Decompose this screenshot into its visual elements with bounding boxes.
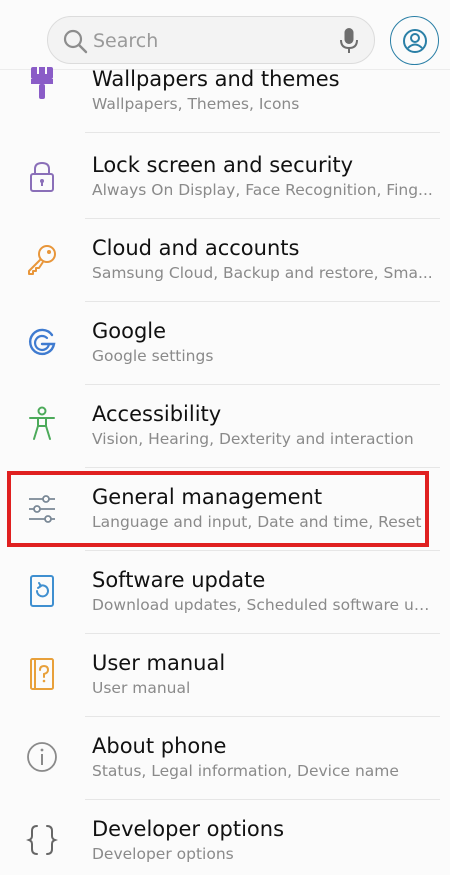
item-divider bbox=[85, 799, 440, 800]
item-divider bbox=[85, 218, 440, 219]
item-subtitle: Always On Display, Face Recognition, Fin… bbox=[92, 181, 433, 199]
item-subtitle: Developer options bbox=[92, 845, 234, 863]
profile-button[interactable] bbox=[390, 16, 439, 65]
settings-item-general-management[interactable]: General management Language and input, D… bbox=[0, 485, 450, 568]
settings-item-google[interactable]: Google Google settings bbox=[0, 319, 450, 402]
account-icon bbox=[402, 28, 427, 53]
sliders-icon bbox=[24, 491, 60, 527]
item-title: Google bbox=[92, 319, 167, 343]
info-icon bbox=[24, 739, 60, 775]
key-icon bbox=[24, 241, 60, 277]
settings-item-wallpapers-and-themes[interactable]: Wallpapers and themes Wallpapers, Themes… bbox=[0, 67, 450, 150]
item-title: Cloud and accounts bbox=[92, 236, 300, 260]
microphone-icon[interactable] bbox=[338, 27, 360, 55]
item-divider bbox=[85, 132, 440, 133]
google-icon bbox=[24, 324, 60, 360]
item-subtitle: Google settings bbox=[92, 347, 214, 365]
search-bar[interactable] bbox=[47, 16, 375, 64]
item-subtitle: Vision, Hearing, Dexterity and interacti… bbox=[92, 430, 414, 448]
item-title: Software update bbox=[92, 568, 266, 592]
item-divider bbox=[85, 550, 440, 551]
item-title: Accessibility bbox=[92, 402, 222, 426]
item-divider bbox=[85, 384, 440, 385]
settings-item-lock-screen-and-security[interactable]: Lock screen and security Always On Displ… bbox=[0, 153, 450, 236]
item-subtitle: Status, Legal information, Device name bbox=[92, 762, 399, 780]
lock-icon bbox=[24, 159, 60, 195]
settings-item-developer-options[interactable]: Developer options Developer options bbox=[0, 817, 450, 875]
settings-item-user-manual[interactable]: User manual User manual bbox=[0, 651, 450, 734]
item-title: General management bbox=[92, 485, 323, 509]
item-subtitle: Download updates, Scheduled software up.… bbox=[92, 596, 434, 614]
item-subtitle: Language and input, Date and time, Reset bbox=[92, 513, 422, 531]
settings-item-about-phone[interactable]: About phone Status, Legal information, D… bbox=[0, 734, 450, 817]
item-subtitle: Wallpapers, Themes, Icons bbox=[92, 95, 300, 113]
item-divider bbox=[85, 716, 440, 717]
item-title: Developer options bbox=[92, 817, 285, 841]
item-divider bbox=[85, 467, 440, 468]
paintbrush-icon bbox=[24, 65, 60, 101]
item-divider bbox=[85, 633, 440, 634]
settings-screen: Wallpapers and themes Wallpapers, Themes… bbox=[0, 0, 450, 875]
user-manual-icon bbox=[24, 656, 60, 692]
search-icon bbox=[63, 29, 88, 54]
item-divider bbox=[85, 301, 440, 302]
software-update-icon bbox=[24, 573, 60, 609]
settings-item-cloud-and-accounts[interactable]: Cloud and accounts Samsung Cloud, Backup… bbox=[0, 236, 450, 319]
item-subtitle: Samsung Cloud, Backup and restore, Sma..… bbox=[92, 264, 433, 282]
settings-item-accessibility[interactable]: Accessibility Vision, Hearing, Dexterity… bbox=[0, 402, 450, 485]
accessibility-icon bbox=[24, 406, 60, 442]
item-title: Lock screen and security bbox=[92, 153, 354, 177]
settings-item-software-update[interactable]: Software update Download updates, Schedu… bbox=[0, 568, 450, 651]
item-subtitle: User manual bbox=[92, 679, 191, 697]
search-input[interactable] bbox=[93, 27, 333, 55]
braces-icon bbox=[24, 822, 60, 858]
item-title: User manual bbox=[92, 651, 226, 675]
item-title: Wallpapers and themes bbox=[92, 67, 340, 91]
item-title: About phone bbox=[92, 734, 227, 758]
